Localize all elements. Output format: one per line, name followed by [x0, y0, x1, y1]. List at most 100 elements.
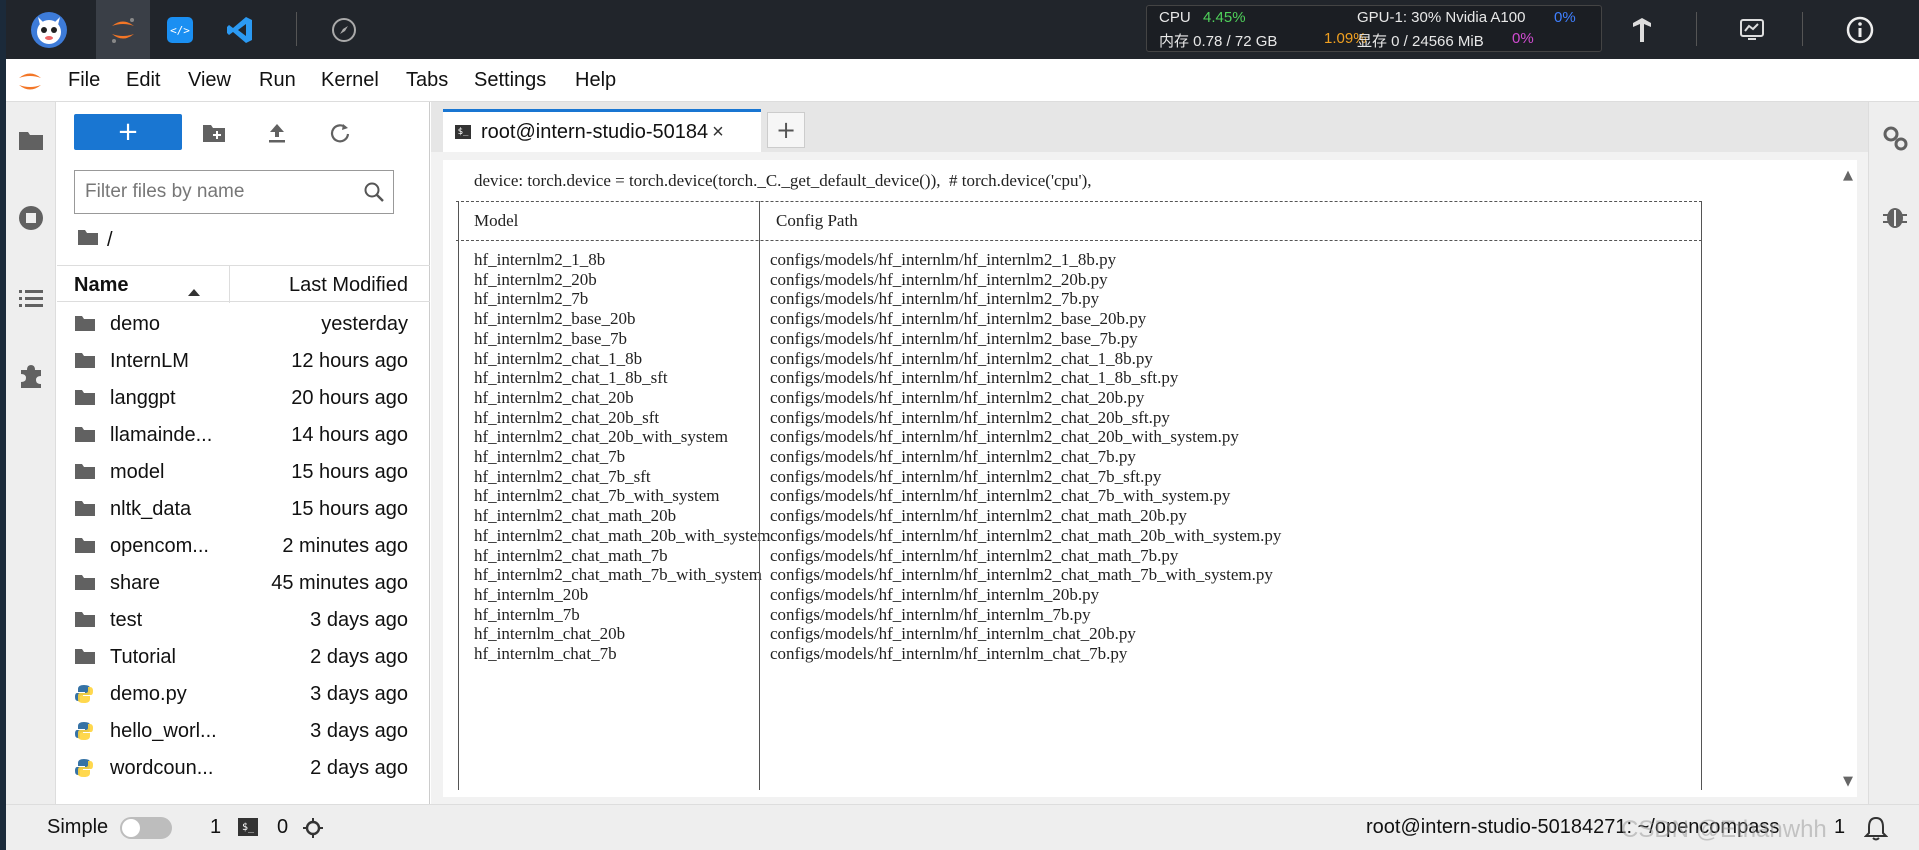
tab-terminal[interactable]: $_ root@intern-studio-50184 ×: [443, 109, 761, 152]
close-tab-icon[interactable]: ×: [712, 121, 724, 144]
file-list-item[interactable]: InternLM 12 hours ago: [57, 343, 430, 380]
terminal-model-cell: hf_internlm2_chat_math_20b_with_system: [474, 525, 771, 545]
kernel-gear-icon[interactable]: [302, 817, 324, 845]
file-modified: 2 minutes ago: [282, 535, 408, 557]
new-folder-icon[interactable]: [199, 118, 229, 148]
terminal-config-cell: configs/models/hf_internlm/hf_internlm2_…: [770, 466, 1162, 486]
simple-mode-toggle[interactable]: [120, 817, 172, 839]
filter-files-input[interactable]: [83, 179, 353, 205]
tab-title: root@intern-studio-50184: [481, 120, 709, 143]
new-launcher-button[interactable]: +: [74, 114, 182, 150]
terminal-config-cell: configs/models/hf_internlm/hf_internlm_2…: [770, 584, 1100, 604]
file-list-item[interactable]: llamainde... 14 hours ago: [57, 417, 430, 454]
file-list-item[interactable]: langgpt 20 hours ago: [57, 380, 430, 417]
upload-icon[interactable]: [262, 118, 292, 148]
scroll-up-arrow-icon[interactable]: ▲: [1843, 168, 1853, 183]
file-name: demo.py: [110, 683, 187, 705]
folder-icon: [74, 462, 96, 482]
debugger-bug-icon[interactable]: [1882, 202, 1908, 234]
menu-run[interactable]: Run: [259, 69, 296, 92]
add-tab-button[interactable]: +: [767, 112, 805, 148]
file-modified: 2 days ago: [310, 646, 408, 668]
cpu-value: 4.45%: [1203, 9, 1246, 26]
intern-mascot-logo-icon[interactable]: [26, 8, 72, 51]
monitor-icon[interactable]: [1730, 8, 1773, 51]
terminal-config-cell: configs/models/hf_internlm/hf_internlm2_…: [770, 348, 1153, 368]
file-list-item[interactable]: opencom... 2 minutes ago: [57, 528, 430, 565]
file-modified: 15 hours ago: [291, 498, 408, 520]
jupyter-logo-icon[interactable]: [96, 0, 150, 59]
compass-icon[interactable]: [322, 8, 365, 51]
file-list-item[interactable]: wordcoun... 2 days ago: [57, 750, 430, 787]
file-name: opencom...: [110, 535, 209, 557]
running-kernels-icon[interactable]: [15, 202, 47, 234]
terminal-config-cell: configs/models/hf_internlm/hf_internlm2_…: [770, 447, 1136, 466]
toggle-knob: [122, 819, 140, 837]
file-modified: 3 days ago: [310, 609, 408, 631]
menu-edit[interactable]: Edit: [126, 69, 160, 92]
tensorboard-icon[interactable]: [1620, 8, 1663, 51]
vscode-logo-icon[interactable]: [218, 8, 261, 51]
file-list-item[interactable]: nltk_data 15 hours ago: [57, 491, 430, 528]
terminal-config-cell: configs/models/hf_internlm/hf_internlm_c…: [770, 644, 1128, 663]
refresh-icon[interactable]: [325, 118, 355, 148]
menu-settings[interactable]: Settings: [474, 69, 546, 92]
file-list-item[interactable]: hello_worl... 3 days ago: [57, 713, 430, 750]
notification-bell-icon[interactable]: [1863, 815, 1889, 847]
topbar-divider: [1696, 12, 1697, 46]
topbar-divider: [1802, 12, 1803, 46]
breadcrumb-root-folder-icon[interactable]: [77, 228, 99, 252]
code-server-logo-icon[interactable]: </>: [158, 8, 201, 51]
extensions-puzzle-icon[interactable]: [15, 360, 47, 392]
file-name: Tutorial: [110, 646, 176, 668]
terminal-config-cell: configs/models/hf_internlm/hf_internlm2_…: [770, 289, 1100, 309]
terminal-model-cell: hf_internlm2_chat_20b: [474, 387, 634, 407]
scroll-down-arrow-icon[interactable]: ▼: [1843, 774, 1853, 789]
info-icon[interactable]: [1838, 8, 1881, 51]
column-header-last-modified[interactable]: Last Modified: [289, 274, 408, 297]
terminal-model-cell: hf_internlm2_base_20b: [474, 309, 636, 329]
file-list-item[interactable]: share 45 minutes ago: [57, 565, 430, 602]
file-list-item[interactable]: Tutorial 2 days ago: [57, 639, 430, 676]
status-bar: Simple 1 $_ 0 root@intern-studio-5018427…: [6, 804, 1919, 850]
menu-kernel[interactable]: Kernel: [321, 69, 379, 92]
file-list-item[interactable]: demo yesterday: [57, 306, 430, 343]
menu-help[interactable]: Help: [575, 69, 616, 92]
file-name: wordcoun...: [110, 757, 214, 779]
terminal-output[interactable]: device: torch.device = torch.device(torc…: [443, 160, 1857, 797]
file-list-item[interactable]: model 15 hours ago: [57, 454, 430, 491]
terminal-model-cell: hf_internlm2_chat_20b_sft: [474, 407, 660, 427]
topbar-divider: [296, 12, 297, 46]
folder-icon: [74, 425, 96, 445]
menu-tabs[interactable]: Tabs: [406, 69, 448, 92]
gpu-value: 0%: [1554, 9, 1576, 26]
terminal-header-model: Model: [474, 211, 519, 230]
terminal-model-cell: hf_internlm2_chat_7b_with_system: [474, 486, 720, 506]
menu-file[interactable]: File: [68, 69, 100, 92]
terminal-model-cell: hf_internlm2_chat_20b_with_system: [474, 427, 729, 447]
file-list-item[interactable]: demo.py 3 days ago: [57, 676, 430, 713]
property-inspector-gears-icon[interactable]: [1881, 124, 1909, 156]
sort-ascending-icon[interactable]: [187, 280, 201, 303]
breadcrumb-path[interactable]: /: [107, 229, 113, 252]
table-border: [456, 201, 1702, 202]
column-header-name[interactable]: Name: [74, 274, 128, 297]
terminal-icon: $_: [455, 125, 471, 139]
terminal-config-cell: configs/models/hf_internlm/hf_internlm2_…: [770, 269, 1108, 289]
terminal-config-cell: configs/models/hf_internlm/hf_internlm2_…: [770, 387, 1145, 407]
column-divider[interactable]: [229, 266, 230, 303]
watermark: CSDN @Ethanwhh: [1621, 816, 1827, 843]
kernel-count: 0: [277, 816, 289, 838]
vram-label: 显存 0 / 24566 MiB: [1357, 33, 1484, 50]
terminal-model-cell: hf_internlm_7b: [474, 604, 580, 624]
folder-icon[interactable]: [15, 124, 47, 156]
cpu-label: CPU: [1159, 9, 1191, 26]
menu-view[interactable]: View: [188, 69, 231, 92]
simple-mode-label: Simple: [47, 816, 109, 838]
terminal-config-cell: configs/models/hf_internlm/hf_internlm_7…: [770, 604, 1091, 624]
terminal-status-icon[interactable]: $_: [238, 818, 258, 836]
file-list-item[interactable]: test 3 days ago: [57, 602, 430, 639]
file-list-header: Name Last Modified: [57, 265, 430, 303]
gpu-label: GPU-1: 30% Nvidia A100: [1357, 9, 1526, 26]
table-of-contents-icon[interactable]: [15, 282, 47, 314]
